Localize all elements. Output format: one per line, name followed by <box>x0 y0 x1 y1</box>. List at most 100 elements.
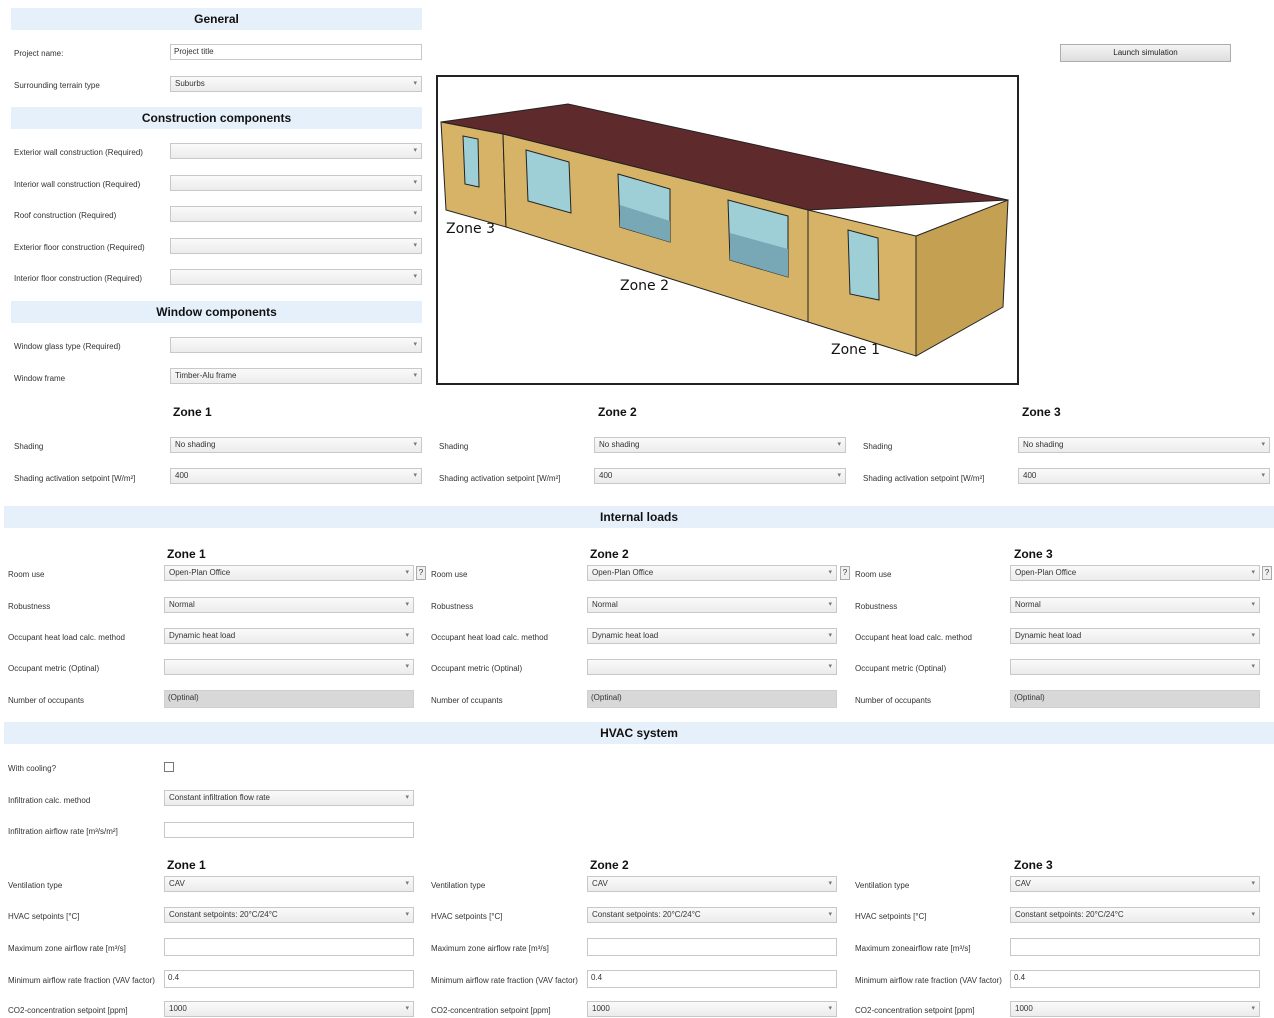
robustness-zone2-value: Normal <box>592 600 618 609</box>
chevron-down-icon: ▾ <box>405 632 409 639</box>
occupants-zone2-input[interactable]: (Optinal) <box>587 690 837 708</box>
heat-load-zone1-dropdown[interactable]: Dynamic heat load ▾ <box>164 628 414 644</box>
occupants-zone3-input[interactable]: (Optinal) <box>1010 690 1260 708</box>
loads-zone3-title: Zone 3 <box>1014 547 1053 561</box>
window-header: Window components <box>11 301 422 323</box>
project-name-input[interactable]: Project title <box>170 44 422 60</box>
roof-dropdown[interactable]: ▾ <box>170 206 422 222</box>
max-airflow-zone2-input[interactable] <box>587 938 837 956</box>
infiltration-rate-input[interactable] <box>164 822 414 838</box>
cooling-checkbox[interactable] <box>164 762 174 772</box>
chevron-down-icon: ▾ <box>1261 472 1265 479</box>
min-fraction-zone1-input[interactable]: 0.4 <box>164 970 414 988</box>
vent-zone2-label: Ventilation type <box>431 881 486 890</box>
heat-load-zone3-dropdown[interactable]: Dynamic heat load ▾ <box>1010 628 1260 644</box>
setpoints-zone1-dropdown[interactable]: Constant setpoints: 20°C/24°C ▾ <box>164 907 414 923</box>
infiltration-rate-label: Infiltration airflow rate [m³/s/m²] <box>8 827 118 836</box>
ext-wall-label: Exterior wall construction (Required) <box>14 148 143 157</box>
ext-wall-dropdown[interactable]: ▾ <box>170 143 422 159</box>
int-wall-dropdown[interactable]: ▾ <box>170 175 422 191</box>
infiltration-method-label: Infiltration calc. method <box>8 796 91 805</box>
setpoint-zone2-value: 400 <box>599 471 613 480</box>
max-airflow-zone3-label: Maximum zoneairflow rate [m³/s] <box>855 944 971 953</box>
roof-label: Roof construction (Required) <box>14 211 117 220</box>
terrain-dropdown[interactable]: Suburbs ▾ <box>170 76 422 92</box>
frame-dropdown[interactable]: Timber-Alu frame ▾ <box>170 368 422 384</box>
co2-zone1-dropdown[interactable]: 1000 ▾ <box>164 1001 414 1017</box>
co2-zone1-label: CO2-concentration setpoint [ppm] <box>8 1006 128 1015</box>
loads-zone1-title: Zone 1 <box>167 547 206 561</box>
hvac-zone3-title: Zone 3 <box>1014 858 1053 872</box>
setpoint-zone1-label: Shading activation setpoint [W/m²] <box>14 474 136 483</box>
construction-header: Construction components <box>11 107 422 129</box>
room-use-zone2-dropdown[interactable]: Open-Plan Office ▾ <box>587 565 837 581</box>
max-airflow-zone1-label: Maximum zone airflow rate [m³/s] <box>8 944 126 953</box>
chevron-down-icon: ▾ <box>413 179 417 186</box>
room-use-zone3-dropdown[interactable]: Open-Plan Office ▾ <box>1010 565 1260 581</box>
vent-zone2-value: CAV <box>592 879 608 888</box>
occupants-zone2-label: Number of ccupants <box>431 696 503 705</box>
metric-zone1-dropdown[interactable]: ▾ <box>164 659 414 675</box>
setpoint-zone3-dropdown[interactable]: 400 ▾ <box>1018 468 1270 484</box>
min-fraction-zone3-input[interactable]: 0.4 <box>1010 970 1260 988</box>
vent-zone1-label: Ventilation type <box>8 881 63 890</box>
launch-simulation-button[interactable]: Launch simulation <box>1060 44 1231 62</box>
chevron-down-icon: ▾ <box>837 441 841 448</box>
setpoint-zone1-dropdown[interactable]: 400 ▾ <box>170 468 422 484</box>
terrain-label: Surrounding terrain type <box>14 81 100 90</box>
shading-zone3-dropdown[interactable]: No shading ▾ <box>1018 437 1270 453</box>
terrain-value: Suburbs <box>175 79 205 88</box>
help-button[interactable]: ? <box>1262 566 1272 580</box>
chevron-down-icon: ▾ <box>413 441 417 448</box>
vent-zone2-dropdown[interactable]: CAV ▾ <box>587 876 837 892</box>
robustness-zone3-dropdown[interactable]: Normal ▾ <box>1010 597 1260 613</box>
co2-zone1-value: 1000 <box>169 1004 187 1013</box>
min-fraction-zone2-input[interactable]: 0.4 <box>587 970 837 988</box>
vent-zone1-dropdown[interactable]: CAV ▾ <box>164 876 414 892</box>
hvac-zone2-title: Zone 2 <box>590 858 629 872</box>
vent-zone3-value: CAV <box>1015 879 1031 888</box>
heat-load-zone2-dropdown[interactable]: Dynamic heat load ▾ <box>587 628 837 644</box>
help-button[interactable]: ? <box>416 566 426 580</box>
max-airflow-zone1-input[interactable] <box>164 938 414 956</box>
co2-zone2-dropdown[interactable]: 1000 ▾ <box>587 1001 837 1017</box>
int-floor-dropdown[interactable]: ▾ <box>170 269 422 285</box>
chevron-down-icon: ▾ <box>413 273 417 280</box>
chevron-down-icon: ▾ <box>828 569 832 576</box>
setpoint-zone2-label: Shading activation setpoint [W/m²] <box>439 474 561 483</box>
occupants-zone1-label: Number of occupants <box>8 696 85 705</box>
shading-zone3-value: No shading <box>1023 440 1064 449</box>
setpoints-zone1-value: Constant setpoints: 20°C/24°C <box>169 910 278 919</box>
setpoints-zone2-dropdown[interactable]: Constant setpoints: 20°C/24°C ▾ <box>587 907 837 923</box>
setpoints-zone3-value: Constant setpoints: 20°C/24°C <box>1015 910 1124 919</box>
chevron-down-icon: ▾ <box>1251 601 1255 608</box>
chevron-down-icon: ▾ <box>413 472 417 479</box>
max-airflow-zone3-input[interactable] <box>1010 938 1260 956</box>
occupants-zone3-label: Number of occupants <box>855 696 932 705</box>
metric-zone2-dropdown[interactable]: ▾ <box>587 659 837 675</box>
metric-zone2-label: Occupant metric (Optinal) <box>431 664 523 673</box>
setpoints-zone3-dropdown[interactable]: Constant setpoints: 20°C/24°C ▾ <box>1010 907 1260 923</box>
glass-dropdown[interactable]: ▾ <box>170 337 422 353</box>
metric-zone3-dropdown[interactable]: ▾ <box>1010 659 1260 675</box>
ext-floor-dropdown[interactable]: ▾ <box>170 238 422 254</box>
hvac-zone1-title: Zone 1 <box>167 858 206 872</box>
occupants-zone1-input[interactable]: (Optinal) <box>164 690 414 708</box>
robustness-zone2-dropdown[interactable]: Normal ▾ <box>587 597 837 613</box>
glass-label: Window glass type (Required) <box>14 342 121 351</box>
vent-zone3-dropdown[interactable]: CAV ▾ <box>1010 876 1260 892</box>
int-wall-label: Interior wall construction (Required) <box>14 180 141 189</box>
metric-zone3-label: Occupant metric (Optinal) <box>855 664 947 673</box>
chevron-down-icon: ▾ <box>1251 632 1255 639</box>
building-model-viewer[interactable]: Zone 3 Zone 2 Zone 1 <box>436 75 1019 385</box>
zone2-label: Zone 2 <box>620 278 669 294</box>
robustness-zone3-value: Normal <box>1015 600 1041 609</box>
shading-zone1-dropdown[interactable]: No shading ▾ <box>170 437 422 453</box>
room-use-zone1-dropdown[interactable]: Open-Plan Office ▾ <box>164 565 414 581</box>
help-button[interactable]: ? <box>840 566 850 580</box>
co2-zone3-dropdown[interactable]: 1000 ▾ <box>1010 1001 1260 1017</box>
setpoint-zone2-dropdown[interactable]: 400 ▾ <box>594 468 846 484</box>
shading-zone2-dropdown[interactable]: No shading ▾ <box>594 437 846 453</box>
infiltration-method-dropdown[interactable]: Constant infiltration flow rate ▾ <box>164 790 414 806</box>
robustness-zone1-dropdown[interactable]: Normal ▾ <box>164 597 414 613</box>
